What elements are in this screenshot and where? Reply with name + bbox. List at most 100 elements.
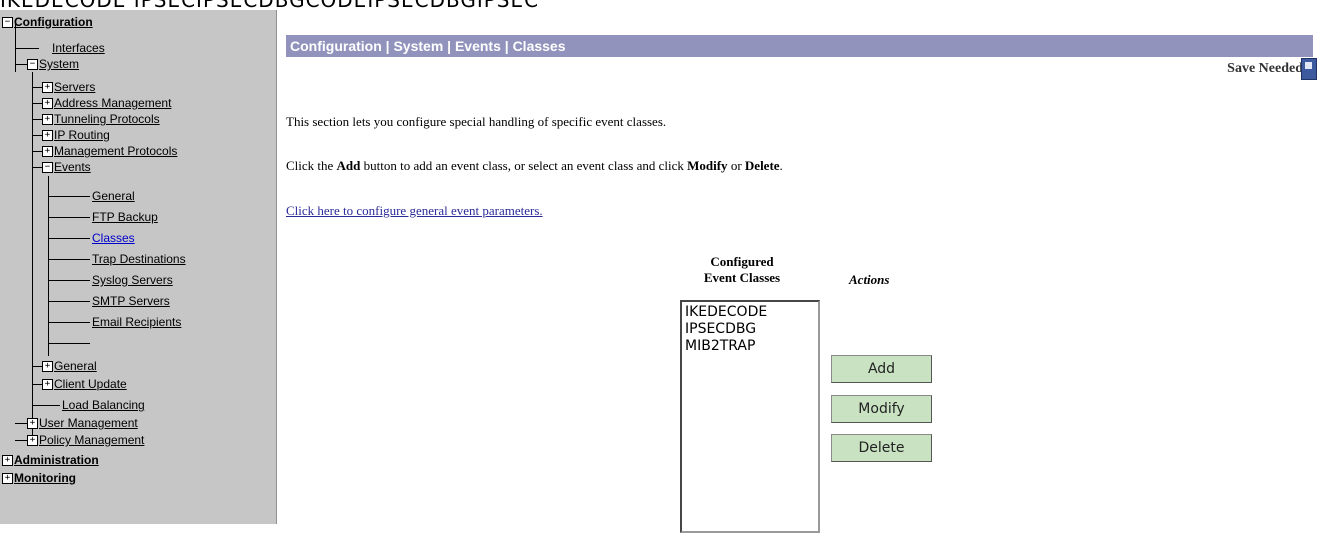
- list-item[interactable]: IKEDECODE: [685, 304, 815, 321]
- tree-item-general[interactable]: General: [92, 188, 135, 204]
- tree-item-ip-routing[interactable]: + IP Routing: [42, 127, 110, 143]
- expand-icon[interactable]: +: [42, 361, 53, 373]
- tree-label[interactable]: Configuration: [14, 15, 93, 29]
- tree-item-policy-management[interactable]: + Policy Management: [27, 432, 144, 448]
- tree-label[interactable]: Monitoring: [14, 471, 76, 485]
- tree-line: [32, 87, 42, 88]
- tree-line: [32, 366, 42, 367]
- tree-label[interactable]: General: [92, 189, 135, 203]
- tree-label[interactable]: Management Protocols: [54, 144, 177, 158]
- breadcrumb: Configuration | System | Events | Classe…: [286, 35, 1313, 57]
- tree-item-user-management[interactable]: + User Management: [27, 415, 138, 431]
- cut-off-top-text: IKEDECODE IPSECIPSECDBGCODEIPSECDBGIPSEC: [0, 0, 540, 12]
- tree-label[interactable]: SMTP Servers: [92, 294, 170, 308]
- tree-label[interactable]: User Management: [39, 416, 138, 430]
- tree-label[interactable]: Syslog Servers: [92, 273, 173, 287]
- tree-line: [32, 72, 33, 436]
- sidebar-tree: − Configuration Interfaces − System + Serve…: [0, 10, 277, 524]
- tree-label[interactable]: IP Routing: [54, 128, 110, 142]
- list-item[interactable]: IPSECDBG: [685, 321, 815, 338]
- tree-item-address-management[interactable]: + Address Management: [42, 95, 171, 111]
- tree-item-general-2[interactable]: + General: [42, 358, 97, 374]
- save-needed-label[interactable]: Save Needed: [1227, 61, 1303, 77]
- tree-line: [48, 280, 90, 281]
- tree-label[interactable]: Servers: [54, 80, 95, 94]
- tree-item-monitoring[interactable]: + Monitoring: [2, 470, 76, 486]
- tree-line: [48, 176, 49, 356]
- tree-line: [48, 196, 90, 197]
- expand-icon[interactable]: +: [42, 114, 53, 126]
- delete-button[interactable]: Delete: [831, 434, 932, 462]
- tree-label[interactable]: FTP Backup: [92, 210, 158, 224]
- tree-label[interactable]: Client Update: [54, 377, 127, 391]
- collapse-icon[interactable]: −: [2, 17, 13, 29]
- tree-item-events[interactable]: − Events: [42, 159, 91, 175]
- tree-item-management-protocols[interactable]: + Management Protocols: [42, 143, 177, 159]
- tree-item-ftp-backup[interactable]: FTP Backup: [92, 209, 158, 225]
- expand-icon[interactable]: +: [42, 146, 53, 158]
- tree-item-servers[interactable]: + Servers: [42, 79, 95, 95]
- configure-parameters-link[interactable]: Click here to configure general event pa…: [286, 203, 543, 218]
- expand-icon[interactable]: +: [42, 379, 53, 391]
- tree-label[interactable]: Tunneling Protocols: [54, 112, 160, 126]
- modify-button[interactable]: Modify: [831, 395, 932, 423]
- collapse-icon[interactable]: −: [27, 59, 38, 71]
- tree-line: [32, 103, 42, 104]
- main-content: Configuration | System | Events | Classe…: [277, 10, 1317, 533]
- tree-label[interactable]: General: [54, 359, 97, 373]
- tree-item-administration[interactable]: + Administration: [2, 452, 99, 468]
- tree-item-classes[interactable]: Classes: [92, 230, 135, 246]
- tree-label[interactable]: Load Balancing: [62, 398, 145, 412]
- expand-icon[interactable]: +: [42, 130, 53, 142]
- tree-line: [15, 48, 39, 49]
- list-header-line2: Event Classes: [703, 270, 781, 285]
- save-icon[interactable]: [1301, 58, 1317, 80]
- tree-item-tunneling-protocols[interactable]: + Tunneling Protocols: [42, 111, 160, 127]
- tree-label[interactable]: Trap Destinations: [92, 252, 186, 266]
- add-button[interactable]: Add: [831, 355, 932, 383]
- instr-part: Click the: [286, 158, 337, 173]
- tree-item-syslog-servers[interactable]: Syslog Servers: [92, 272, 173, 288]
- tree-item-smtp-servers[interactable]: SMTP Servers: [92, 293, 170, 309]
- instr-delete: Delete: [744, 158, 780, 173]
- tree-label[interactable]: Policy Management: [39, 433, 144, 447]
- tree-item-interfaces[interactable]: Interfaces: [52, 40, 105, 56]
- tree-line: [48, 259, 90, 260]
- instructions-text: Click the Add button to add an event cla…: [286, 158, 783, 174]
- tree-label[interactable]: Address Management: [54, 96, 171, 110]
- collapse-icon[interactable]: −: [42, 162, 53, 174]
- tree-label[interactable]: Interfaces: [52, 41, 105, 55]
- list-header-line1: Configured: [710, 254, 774, 269]
- tree-item-email-recipients[interactable]: Email Recipients: [92, 314, 181, 330]
- tree-label[interactable]: Administration: [14, 453, 99, 467]
- tree-line: [15, 64, 27, 65]
- instr-part: button to add an event class, or select …: [360, 158, 688, 173]
- tree-line: [15, 423, 27, 424]
- expand-icon[interactable]: +: [2, 455, 13, 467]
- tree-line: [48, 238, 90, 239]
- expand-icon[interactable]: +: [42, 82, 53, 94]
- tree-label[interactable]: Classes: [92, 231, 135, 245]
- tree-label[interactable]: System: [39, 57, 79, 71]
- tree-item-client-update[interactable]: + Client Update: [42, 376, 127, 392]
- tree-label[interactable]: Events: [54, 160, 91, 174]
- instr-part: .: [779, 158, 783, 173]
- config-link-row: Click here to configure general event pa…: [286, 203, 543, 219]
- tree-item-load-balancing[interactable]: Load Balancing: [62, 397, 145, 413]
- tree-line: [32, 119, 42, 120]
- expand-icon[interactable]: +: [42, 98, 53, 110]
- event-classes-list[interactable]: IKEDECODE IPSECDBG MIB2TRAP: [680, 300, 820, 533]
- tree-item-trap-destinations[interactable]: Trap Destinations: [92, 251, 186, 267]
- tree-line: [32, 135, 42, 136]
- tree-label[interactable]: Email Recipients: [92, 315, 181, 329]
- actions-header: Actions: [849, 272, 890, 287]
- expand-icon[interactable]: +: [2, 473, 13, 485]
- expand-icon[interactable]: +: [27, 418, 38, 430]
- tree-line: [32, 405, 60, 406]
- instr-add: Add: [336, 158, 361, 173]
- tree-item-configuration[interactable]: − Configuration: [2, 14, 93, 30]
- instr-part: or: [727, 158, 745, 173]
- expand-icon[interactable]: +: [27, 435, 38, 447]
- tree-item-system[interactable]: − System: [27, 56, 79, 72]
- list-item[interactable]: MIB2TRAP: [685, 338, 815, 355]
